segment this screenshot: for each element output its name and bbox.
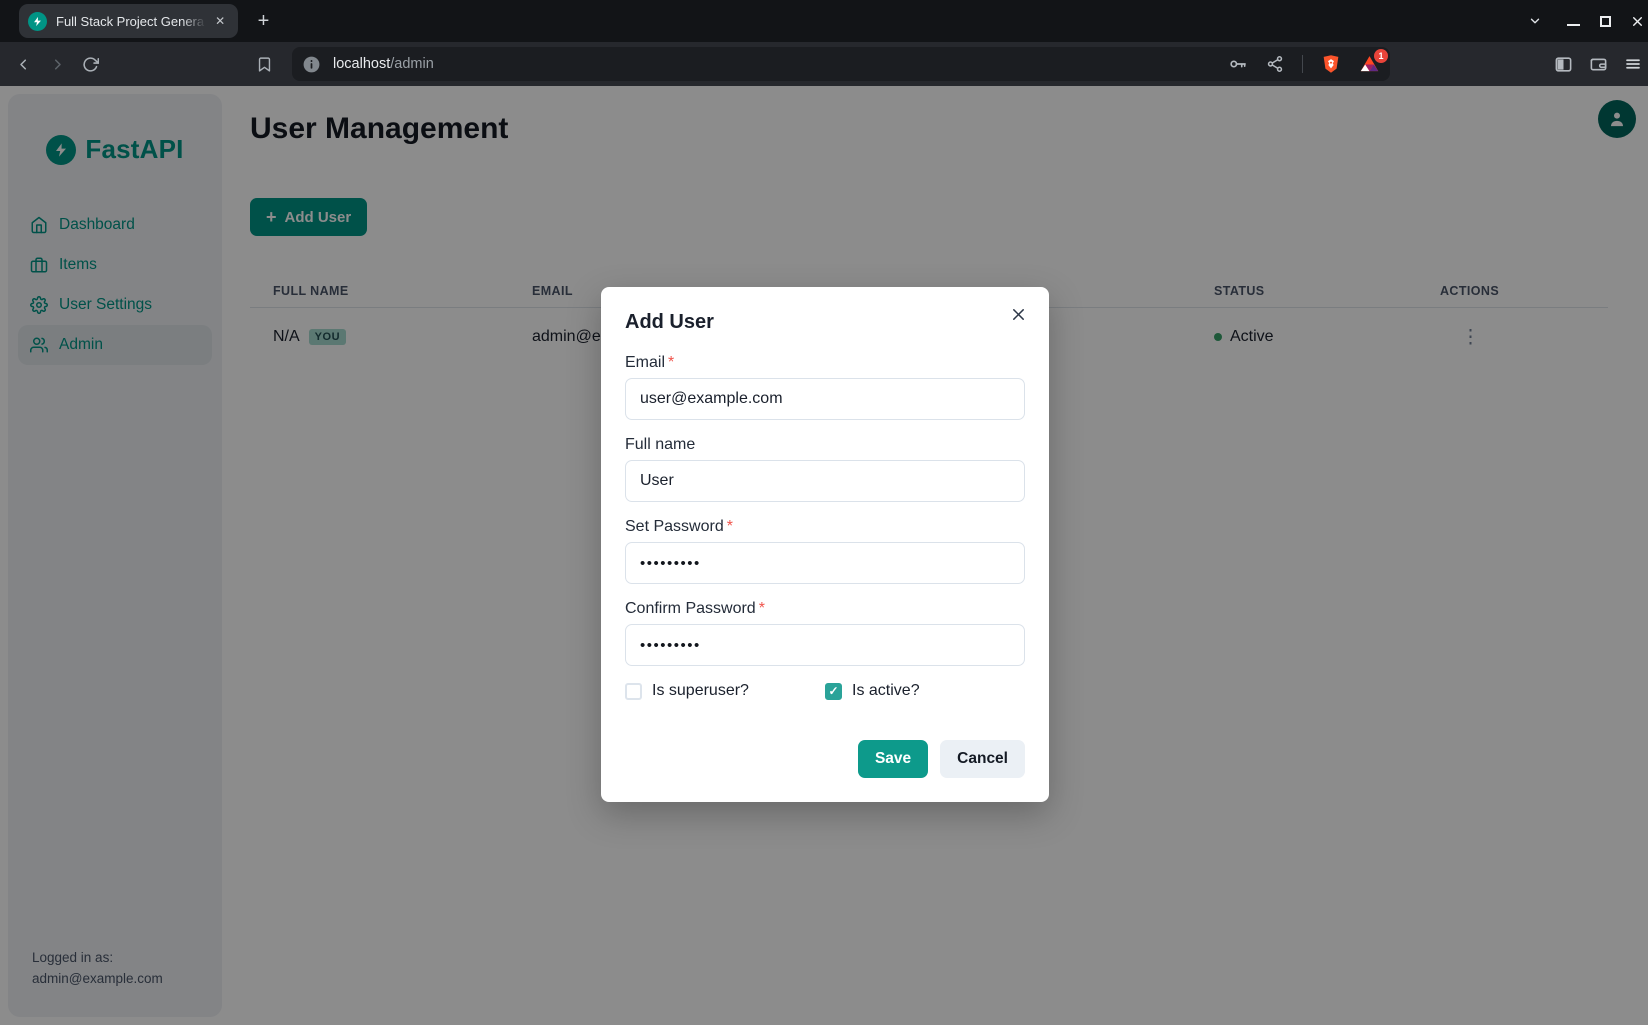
full-name-label: Full name	[625, 436, 1025, 454]
browser-tab-bar: Full Stack Project Genera ✕ +	[0, 0, 1648, 42]
password-label-text: Set Password	[625, 518, 724, 535]
browser-tab[interactable]: Full Stack Project Genera ✕	[19, 4, 238, 38]
checkbox-row: Is superuser? ✓ Is active?	[625, 682, 1025, 700]
url-bar[interactable]: localhost/admin 1	[292, 47, 1390, 81]
forward-button-icon[interactable]	[44, 42, 70, 86]
email-label-text: Email	[625, 354, 665, 371]
rewards-notification-badge: 1	[1374, 49, 1388, 63]
site-info-icon[interactable]	[302, 55, 321, 74]
close-icon	[1011, 307, 1026, 322]
is-active-label: Is active?	[852, 682, 920, 700]
password-input[interactable]	[625, 542, 1025, 584]
is-superuser-label: Is superuser?	[652, 682, 749, 700]
url-text: localhost/admin	[333, 56, 1228, 72]
confirm-password-label-text: Confirm Password	[625, 600, 756, 617]
url-path: /admin	[390, 56, 434, 72]
window-minimize-button[interactable]	[1560, 0, 1586, 42]
modal-actions: Save Cancel	[625, 740, 1025, 778]
cancel-button[interactable]: Cancel	[940, 740, 1025, 778]
wallet-icon[interactable]	[1584, 42, 1612, 86]
password-label: Set Password*	[625, 518, 1025, 536]
email-field-group: Email*	[625, 354, 1025, 420]
checkbox-unchecked-icon[interactable]	[625, 683, 642, 700]
share-icon[interactable]	[1266, 55, 1284, 73]
confirm-password-label: Confirm Password*	[625, 600, 1025, 618]
is-superuser-checkbox[interactable]: Is superuser?	[625, 682, 825, 700]
password-key-icon[interactable]	[1228, 54, 1248, 74]
full-name-field-group: Full name	[625, 436, 1025, 502]
is-active-checkbox[interactable]: ✓ Is active?	[825, 682, 1025, 700]
bookmark-icon[interactable]	[250, 42, 278, 86]
add-user-modal: Add User Email* Full name Set Password* …	[601, 287, 1049, 802]
toolbar-divider	[1302, 55, 1303, 73]
required-asterisk: *	[668, 354, 674, 371]
window-close-button[interactable]	[1624, 0, 1648, 42]
checkbox-checked-icon[interactable]: ✓	[825, 683, 842, 700]
tab-search-chevron-icon[interactable]	[1522, 0, 1548, 42]
menu-hamburger-icon[interactable]	[1619, 42, 1647, 86]
tab-title: Full Stack Project Genera	[56, 14, 206, 29]
required-asterisk: *	[759, 600, 765, 617]
reload-button-icon[interactable]	[76, 42, 104, 86]
required-asterisk: *	[727, 518, 733, 535]
password-field-group: Set Password*	[625, 518, 1025, 584]
url-host: localhost	[333, 56, 390, 72]
window-maximize-button[interactable]	[1592, 0, 1618, 42]
back-button-icon[interactable]	[10, 42, 36, 86]
modal-close-button[interactable]	[1003, 299, 1033, 329]
full-name-input[interactable]	[625, 460, 1025, 502]
browser-toolbar: localhost/admin 1	[0, 42, 1648, 86]
brave-rewards-icon[interactable]: 1	[1359, 54, 1380, 74]
sidebar-toggle-icon[interactable]	[1549, 42, 1577, 86]
email-input[interactable]	[625, 378, 1025, 420]
modal-title: Add User	[625, 311, 1025, 334]
confirm-password-input[interactable]	[625, 624, 1025, 666]
email-label: Email*	[625, 354, 1025, 372]
save-button[interactable]: Save	[858, 740, 928, 778]
tab-close-icon[interactable]: ✕	[210, 11, 230, 31]
confirm-password-field-group: Confirm Password*	[625, 600, 1025, 666]
new-tab-button[interactable]: +	[250, 8, 277, 35]
fastapi-favicon-icon	[28, 12, 47, 31]
brave-shield-icon[interactable]	[1321, 53, 1341, 75]
